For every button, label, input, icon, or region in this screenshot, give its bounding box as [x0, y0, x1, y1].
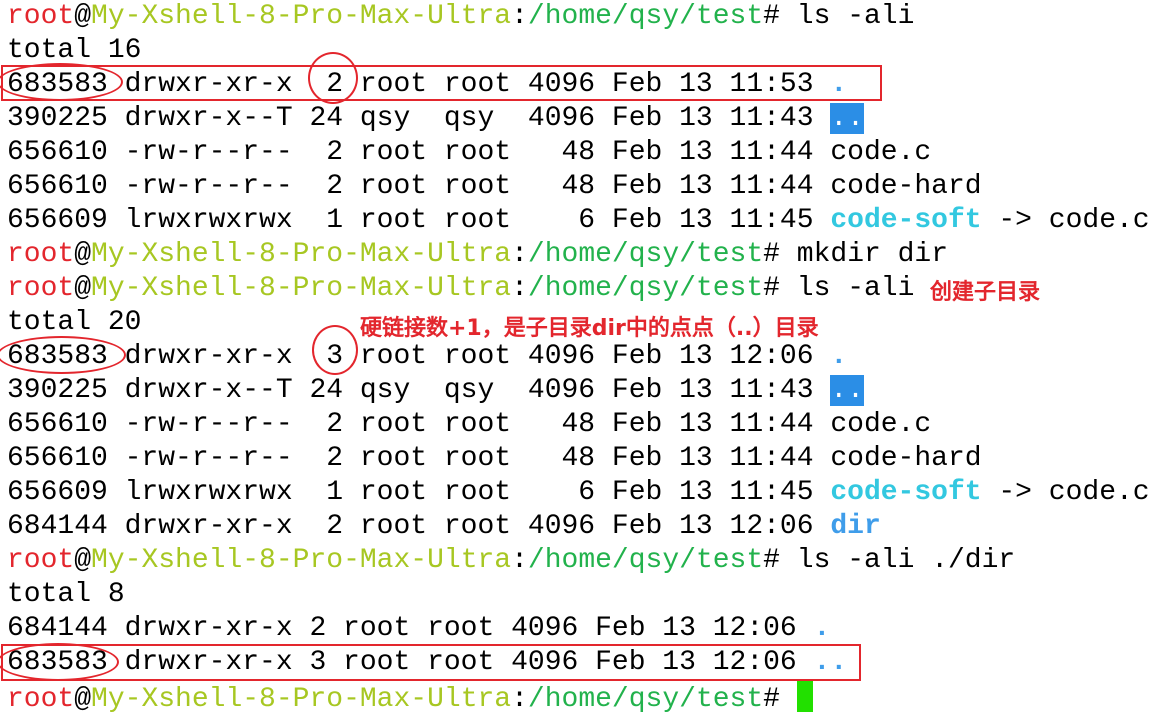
output-line: 656609 lrwxrwxrwx 1 root root 6 Feb 13 1…	[7, 477, 1150, 508]
output-line: total 16	[7, 35, 142, 66]
output-line: 656610 -rw-r--r-- 2 root root 48 Feb 13 …	[7, 137, 932, 168]
output-line: 656610 -rw-r--r-- 2 root root 48 Feb 13 …	[7, 171, 982, 202]
annotation-create-subdir: 创建子目录	[930, 280, 1041, 305]
prompt-path: /home/qsy/test	[527, 1, 764, 32]
annotation-hardlink-note: 硬链接数+1，是子目录dir中的点点（..）目录	[360, 316, 819, 341]
output-line: 684144 drwxr-xr-x 2 root root 4096 Feb 1…	[7, 511, 881, 542]
highlight-box	[1, 65, 882, 101]
dir-entry-name: .	[813, 613, 831, 644]
output-line: 656610 -rw-r--r-- 2 root root 48 Feb 13 …	[7, 409, 932, 440]
output-line: 390225 drwxr-x--T 24 qsy qsy 4096 Feb 13…	[7, 103, 864, 134]
terminal-cursor[interactable]	[796, 680, 813, 712]
command-text: mkdir dir	[796, 239, 949, 270]
highlight-oval	[308, 52, 358, 104]
command-text: ls -ali	[796, 273, 915, 304]
output-line: 683583 drwxr-xr-x 3 root root 4096 Feb 1…	[7, 341, 848, 372]
symlink-name: code-soft	[830, 205, 982, 236]
output-line: 684144 drwxr-xr-x 2 root root 4096 Feb 1…	[7, 613, 831, 644]
dir-entry-name: ..	[830, 375, 864, 406]
output-line: total 8	[7, 579, 125, 610]
dir-entry-name: ..	[830, 103, 864, 134]
dir-entry-name: .	[830, 341, 848, 372]
highlight-oval	[312, 325, 358, 375]
prompt-line: root@My-Xshell-8-Pro-Max-Ultra:/home/qsy…	[7, 680, 1150, 714]
prompt-line: root@My-Xshell-8-Pro-Max-Ultra:/home/qsy…	[7, 239, 949, 270]
symlink-name: code-soft	[830, 477, 982, 508]
highlight-oval	[0, 336, 126, 374]
highlight-oval	[0, 643, 119, 681]
prompt-line: root@My-Xshell-8-Pro-Max-Ultra:/home/qsy…	[7, 545, 1016, 576]
terminal-output[interactable]: root@My-Xshell-8-Pro-Max-Ultra:/home/qsy…	[7, 0, 1150, 714]
highlight-box	[1, 644, 861, 681]
command-text: ls -ali	[796, 1, 915, 32]
dir-entry-name: dir	[830, 511, 881, 542]
command-text: ls -ali ./dir	[796, 545, 1016, 576]
output-line: 656609 lrwxrwxrwx 1 root root 6 Feb 13 1…	[7, 205, 1150, 236]
prompt-host: My-Xshell-8-Pro-Max-Ultra	[91, 1, 512, 32]
output-line: 656610 -rw-r--r-- 2 root root 48 Feb 13 …	[7, 443, 982, 474]
prompt-user: root	[7, 1, 75, 32]
output-line: 390225 drwxr-x--T 24 qsy qsy 4096 Feb 13…	[7, 375, 864, 406]
prompt-line: root@My-Xshell-8-Pro-Max-Ultra:/home/qsy…	[7, 1, 915, 32]
highlight-oval	[0, 63, 123, 101]
